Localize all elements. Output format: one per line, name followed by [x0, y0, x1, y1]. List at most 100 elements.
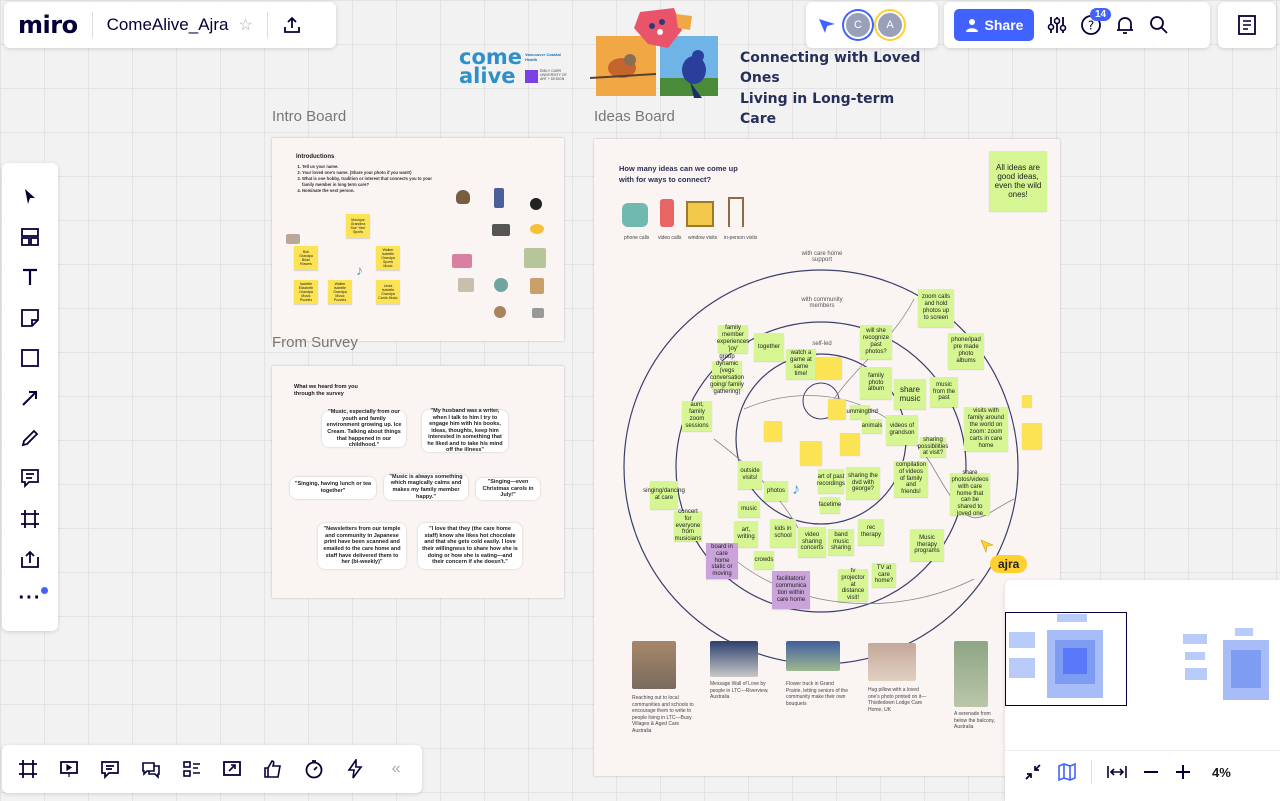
idea-sticky[interactable]: outside visits! [738, 461, 762, 489]
timer-icon[interactable] [296, 751, 332, 787]
frames-icon[interactable] [10, 751, 46, 787]
idea-sticky[interactable]: zoom calls and hold photos up to screen [918, 289, 954, 327]
like-icon[interactable] [255, 751, 291, 787]
text-tool-icon[interactable] [10, 257, 50, 297]
notes-icon[interactable] [1236, 14, 1258, 36]
bell-icon[interactable] [1114, 14, 1136, 36]
idea-sticky[interactable]: compilation of videos of family and frie… [894, 461, 928, 497]
search-icon[interactable] [1148, 14, 1170, 36]
idea-sticky[interactable]: group dynamic (vegs conversation going/ … [710, 354, 744, 394]
zoom-out-icon[interactable] [1142, 763, 1160, 781]
idea-sticky[interactable]: music [738, 501, 760, 517]
idea-sticky[interactable]: share music [894, 379, 926, 409]
intro-sticky[interactable]: Linda Isabelle Grandpa Cards Music [376, 280, 400, 304]
idea-sticky[interactable]: art of past recordings [817, 469, 845, 493]
ideas-board[interactable]: How many ideas can we come up with for w… [594, 139, 1060, 776]
screen-share-icon[interactable] [215, 751, 251, 787]
idea-sticky[interactable]: visits with family around the world on z… [964, 407, 1008, 451]
survey-board[interactable]: What we heard from you through the surve… [272, 366, 564, 598]
idea-sticky[interactable]: Hummingbird [842, 405, 878, 419]
comment-icon[interactable] [10, 458, 50, 498]
select-tool-icon[interactable] [10, 177, 50, 217]
intro-sticky[interactable]: Isabelle Elizabeth Grandpa Music Puzzles [294, 280, 318, 304]
idea-sticky[interactable]: share photos/videos with care home that … [950, 470, 990, 517]
arrow-tool-icon[interactable] [10, 378, 50, 418]
idea-sticky[interactable]: sharing the dvd with george? [846, 467, 880, 499]
idea-sticky-yellow[interactable] [840, 433, 860, 455]
idea-sticky[interactable]: singing/dancing at care [643, 481, 685, 509]
survey-quote[interactable]: "Newsletters from our temple and communi… [318, 523, 406, 569]
collapse-icon[interactable]: « [378, 751, 414, 787]
chat-icon[interactable] [133, 751, 169, 787]
intro-sticky[interactable]: Bob Grandpa Brian Rowers [294, 246, 318, 270]
idea-sticky[interactable]: facetime [819, 497, 841, 513]
idea-sticky[interactable]: TV at care home? [872, 563, 896, 587]
idea-sticky-yellow[interactable] [764, 421, 782, 441]
idea-sticky[interactable]: Music therapy programs [910, 529, 944, 561]
avatar[interactable]: C [844, 11, 872, 39]
reactions-icon[interactable] [816, 14, 838, 36]
zoom-level[interactable]: 4% [1212, 765, 1231, 780]
idea-sticky-yellow[interactable] [816, 357, 842, 379]
survey-quote[interactable]: "Singing—even Christmas carols in July!" [476, 478, 540, 500]
collapse-minimap-icon[interactable] [1023, 762, 1043, 782]
idea-sticky[interactable]: will she recognize past photos? [860, 325, 892, 359]
intro-sticky[interactable]: Walker Isabelle Grandpa Music Puzzles [328, 280, 352, 304]
idea-sticky-purple[interactable]: facilitators/ communica tion within care… [772, 571, 810, 609]
idea-sticky[interactable]: videos of grandson [886, 415, 918, 445]
idea-sticky[interactable]: aunt, family zoom sessions [682, 401, 712, 431]
templates-icon[interactable] [10, 217, 50, 257]
survey-quote[interactable]: "Singing, having lunch or tea together" [290, 477, 376, 499]
cards-icon[interactable] [174, 751, 210, 787]
upload-icon[interactable] [10, 539, 50, 579]
idea-sticky[interactable]: family photo album [860, 367, 892, 399]
idea-sticky[interactable]: tv projector at distance visit! [838, 568, 868, 601]
help-icon[interactable]: ? 14 [1080, 8, 1112, 36]
idea-sticky[interactable]: photos [764, 481, 788, 501]
sticky-note-icon[interactable] [10, 298, 50, 338]
export-icon[interactable] [282, 15, 302, 35]
idea-sticky[interactable]: watch a game at same time! [786, 349, 816, 379]
idea-sticky-yellow[interactable] [828, 399, 846, 419]
idea-sticky-yellow[interactable] [1022, 395, 1032, 407]
miro-logo[interactable]: miro [18, 11, 78, 39]
intro-board[interactable]: Introductions Tell us your name. Your lo… [272, 138, 564, 341]
idea-sticky[interactable]: video sharing concerts [798, 527, 826, 557]
presentation-icon[interactable] [51, 751, 87, 787]
comments-icon[interactable] [92, 751, 128, 787]
pen-tool-icon[interactable] [10, 418, 50, 458]
minimap[interactable]: 4% [1005, 580, 1280, 801]
shape-tool-icon[interactable] [10, 338, 50, 378]
idea-sticky[interactable]: phone/ipad pre made photo albums [948, 333, 984, 369]
more-tools-icon[interactable]: ··· [10, 579, 50, 619]
settings-sliders-icon[interactable] [1046, 14, 1068, 36]
intro-sticky[interactable]: Walker Isabelle Grandpa Sports Music [376, 246, 400, 270]
avatar[interactable]: A [876, 11, 904, 39]
lightning-icon[interactable] [337, 751, 373, 787]
survey-quote[interactable]: "Music, especially from our youth and fa… [322, 409, 406, 448]
idea-sticky-purple[interactable]: board in care home static or moving [706, 543, 738, 579]
idea-sticky[interactable]: concert for everyone from musicians [674, 509, 702, 542]
idea-sticky[interactable]: crowds [754, 551, 774, 569]
board-title[interactable]: ComeAlive_Ajra [107, 15, 229, 35]
idea-sticky[interactable]: sharing possibilities at visit? [918, 437, 948, 457]
idea-sticky[interactable]: rec therapy [858, 519, 884, 545]
idea-sticky[interactable]: family member experiences 'joy' [717, 325, 749, 353]
idea-sticky[interactable]: together [754, 333, 784, 361]
intro-sticky[interactable]: Monique Grandma Sue 'Yaw' Sports [346, 214, 370, 238]
idea-sticky[interactable]: band music sharing [828, 529, 854, 555]
frame-tool-icon[interactable] [10, 499, 50, 539]
survey-quote[interactable]: "I love that they (the care home staff) … [418, 523, 522, 569]
idea-sticky[interactable]: music from the past [930, 377, 958, 407]
star-icon[interactable]: ☆ [238, 15, 252, 35]
idea-sticky[interactable]: animals [862, 419, 882, 433]
map-icon[interactable] [1057, 762, 1077, 782]
survey-quote[interactable]: "My husband was a writer, when I talk to… [422, 408, 508, 453]
idea-sticky-yellow[interactable] [1022, 423, 1042, 449]
zoom-in-icon[interactable] [1174, 763, 1192, 781]
idea-sticky-yellow[interactable] [800, 441, 822, 465]
idea-sticky[interactable]: kids in school [770, 519, 796, 547]
fit-width-icon[interactable] [1106, 762, 1128, 782]
share-button[interactable]: Share [954, 9, 1034, 41]
survey-quote[interactable]: "Music is always something which magical… [384, 474, 468, 500]
